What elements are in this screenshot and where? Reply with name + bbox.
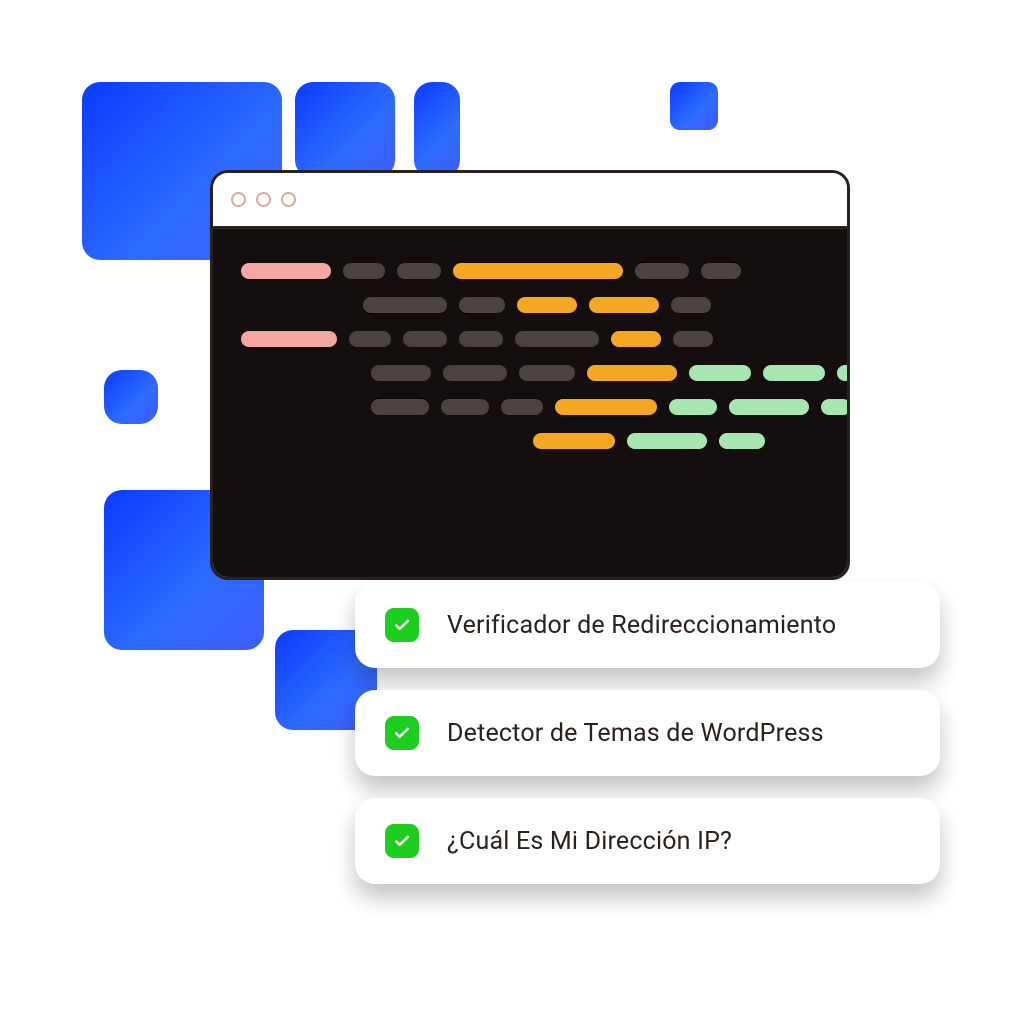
feature-card-wp-theme-detector[interactable]: Detector de Temas de WordPress <box>355 690 940 776</box>
feature-label: Detector de Temas de WordPress <box>447 719 824 748</box>
code-line <box>241 399 819 415</box>
code-line <box>241 297 819 313</box>
code-token <box>763 365 825 381</box>
code-token <box>371 365 431 381</box>
decorative-block <box>295 82 395 178</box>
code-token <box>587 365 677 381</box>
code-token <box>627 433 707 449</box>
code-token <box>371 399 429 415</box>
code-token <box>611 331 661 347</box>
code-token <box>363 297 447 313</box>
window-control-icon <box>231 192 246 207</box>
code-token <box>459 331 503 347</box>
code-token <box>635 263 689 279</box>
check-icon <box>385 824 419 858</box>
code-token <box>501 399 543 415</box>
code-token <box>719 433 765 449</box>
window-titlebar <box>213 173 847 229</box>
code-token <box>515 331 599 347</box>
code-token <box>519 365 575 381</box>
code-editor-window <box>210 170 850 580</box>
code-line <box>241 365 819 381</box>
code-token <box>241 331 337 347</box>
decorative-block <box>670 82 718 130</box>
feature-card-redirect-checker[interactable]: Verificador de Redireccionamiento <box>355 582 940 668</box>
check-icon <box>385 608 419 642</box>
code-token <box>517 297 577 313</box>
code-area <box>213 229 847 577</box>
code-token <box>403 331 447 347</box>
code-token <box>821 399 850 415</box>
check-icon <box>385 716 419 750</box>
code-line <box>241 433 819 449</box>
code-token <box>689 365 751 381</box>
code-token <box>533 433 615 449</box>
window-control-icon <box>281 192 296 207</box>
feature-list: Verificador de Redireccionamiento Detect… <box>355 582 940 884</box>
code-line <box>241 263 819 279</box>
code-token <box>343 263 385 279</box>
feature-card-ip-address[interactable]: ¿Cuál Es Mi Dirección IP? <box>355 798 940 884</box>
code-token <box>729 399 809 415</box>
code-token <box>589 297 659 313</box>
decorative-block <box>104 370 158 424</box>
code-token <box>459 297 505 313</box>
code-token <box>441 399 489 415</box>
code-token <box>453 263 623 279</box>
feature-label: ¿Cuál Es Mi Dirección IP? <box>447 827 732 856</box>
code-line <box>241 331 819 347</box>
code-token <box>701 263 741 279</box>
feature-label: Verificador de Redireccionamiento <box>447 611 836 640</box>
code-token <box>349 331 391 347</box>
code-token <box>241 263 331 279</box>
code-token <box>837 365 850 381</box>
code-token <box>555 399 657 415</box>
code-token <box>669 399 717 415</box>
code-token <box>443 365 507 381</box>
code-token <box>397 263 441 279</box>
code-token <box>671 297 711 313</box>
window-control-icon <box>256 192 271 207</box>
code-token <box>673 331 713 347</box>
decorative-block <box>414 82 460 178</box>
